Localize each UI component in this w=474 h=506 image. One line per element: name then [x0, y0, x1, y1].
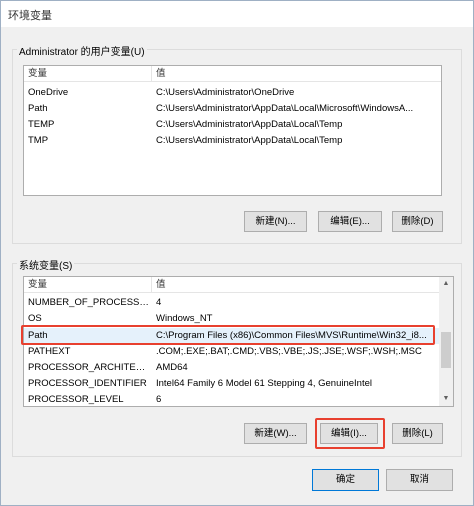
- user-variable-row[interactable]: TMP C:\Users\Administrator\AppData\Local…: [24, 133, 441, 149]
- column-header-variable[interactable]: 变量: [24, 277, 152, 293]
- variable-name: TEMP: [28, 119, 55, 130]
- variable-value: AMD64: [156, 362, 188, 373]
- user-variables-list[interactable]: 变量 值 OneDrive C:\Users\Administrator\One…: [23, 65, 442, 196]
- user-variable-row[interactable]: Path C:\Users\Administrator\AppData\Loca…: [24, 101, 441, 117]
- user-variable-row[interactable]: OneDrive C:\Users\Administrator\OneDrive: [24, 85, 441, 101]
- scroll-down-arrow-icon[interactable]: ▼: [439, 392, 453, 406]
- variable-name: PROCESSOR_IDENTIFIER: [28, 378, 147, 389]
- variable-value: C:\Users\Administrator\AppData\Local\Tem…: [156, 135, 343, 146]
- system-variable-row[interactable]: NUMBER_OF_PROCESSORS 4: [24, 295, 439, 311]
- scroll-up-arrow-icon[interactable]: ▲: [439, 277, 453, 291]
- variable-value: Intel64 Family 6 Model 61 Stepping 4, Ge…: [156, 378, 372, 389]
- scrollbar-thumb[interactable]: [441, 332, 451, 368]
- variable-value: 6: [156, 394, 162, 405]
- cancel-button[interactable]: 取消: [386, 469, 453, 491]
- system-variables-scrollbar[interactable]: ▲ ▼: [439, 277, 453, 406]
- system-variable-row[interactable]: PROCESSOR_ARCHITECT... AMD64: [24, 360, 439, 376]
- user-edit-button[interactable]: 编辑(E)...: [318, 211, 382, 232]
- system-new-button[interactable]: 新建(W)...: [244, 423, 307, 444]
- system-variable-row-path[interactable]: Path C:\Program Files (x86)\Common Files…: [24, 328, 439, 344]
- system-variable-row[interactable]: PATHEXT .COM;.EXE;.BAT;.CMD;.VBS;.VBE;.J…: [24, 344, 439, 360]
- window-title: 环境变量: [8, 10, 52, 22]
- variable-value: 4: [156, 297, 162, 308]
- variable-value: C:\Users\Administrator\AppData\Local\Tem…: [156, 119, 343, 130]
- variable-name: OneDrive: [28, 87, 69, 98]
- variable-name: Path: [28, 103, 48, 114]
- user-variables-label: Administrator 的用户变量(U): [17, 43, 147, 58]
- variable-value: C:\Program Files (x86)\Common Files\MVS\…: [156, 330, 427, 341]
- variable-name: TMP: [28, 135, 49, 146]
- title-bar: 环境变量: [1, 1, 473, 27]
- user-delete-button[interactable]: 删除(D): [392, 211, 443, 232]
- variable-value: .COM;.EXE;.BAT;.CMD;.VBS;.VBE;.JS;.JSE;.…: [156, 346, 422, 357]
- system-variables-header: 变量 值: [24, 277, 439, 293]
- user-variable-row[interactable]: TEMP C:\Users\Administrator\AppData\Loca…: [24, 117, 441, 133]
- variable-name: PATHEXT: [28, 346, 71, 357]
- variable-value: C:\Users\Administrator\AppData\Local\Mic…: [156, 103, 414, 114]
- column-header-value[interactable]: 值: [152, 66, 441, 82]
- variable-value: C:\Users\Administrator\OneDrive: [156, 87, 295, 98]
- variable-name: OS: [28, 313, 42, 324]
- user-variables-header: 变量 值: [24, 66, 441, 82]
- column-header-value[interactable]: 值: [152, 277, 439, 293]
- column-header-variable[interactable]: 变量: [24, 66, 152, 82]
- system-variable-row[interactable]: PROCESSOR_LEVEL 6: [24, 392, 439, 406]
- variable-name: Path: [28, 330, 48, 341]
- variable-value: Windows_NT: [156, 313, 213, 324]
- variable-name: PROCESSOR_LEVEL: [28, 394, 124, 405]
- variable-name: NUMBER_OF_PROCESSORS: [28, 297, 152, 308]
- system-edit-button[interactable]: 编辑(I)...: [320, 423, 378, 444]
- system-delete-button[interactable]: 删除(L): [392, 423, 443, 444]
- system-variable-row[interactable]: PROCESSOR_IDENTIFIER Intel64 Family 6 Mo…: [24, 376, 439, 392]
- system-variables-list[interactable]: 变量 值 NUMBER_OF_PROCESSORS 4 OS Windows_N…: [23, 276, 454, 407]
- ok-button[interactable]: 确定: [312, 469, 379, 491]
- variable-name: PROCESSOR_ARCHITECT...: [28, 362, 152, 373]
- system-variable-row[interactable]: OS Windows_NT: [24, 311, 439, 327]
- environment-variables-dialog: 环境变量 Administrator 的用户变量(U) 变量 值 OneDriv…: [0, 0, 474, 506]
- user-new-button[interactable]: 新建(N)...: [244, 211, 307, 232]
- system-variables-label: 系统变量(S): [17, 257, 75, 272]
